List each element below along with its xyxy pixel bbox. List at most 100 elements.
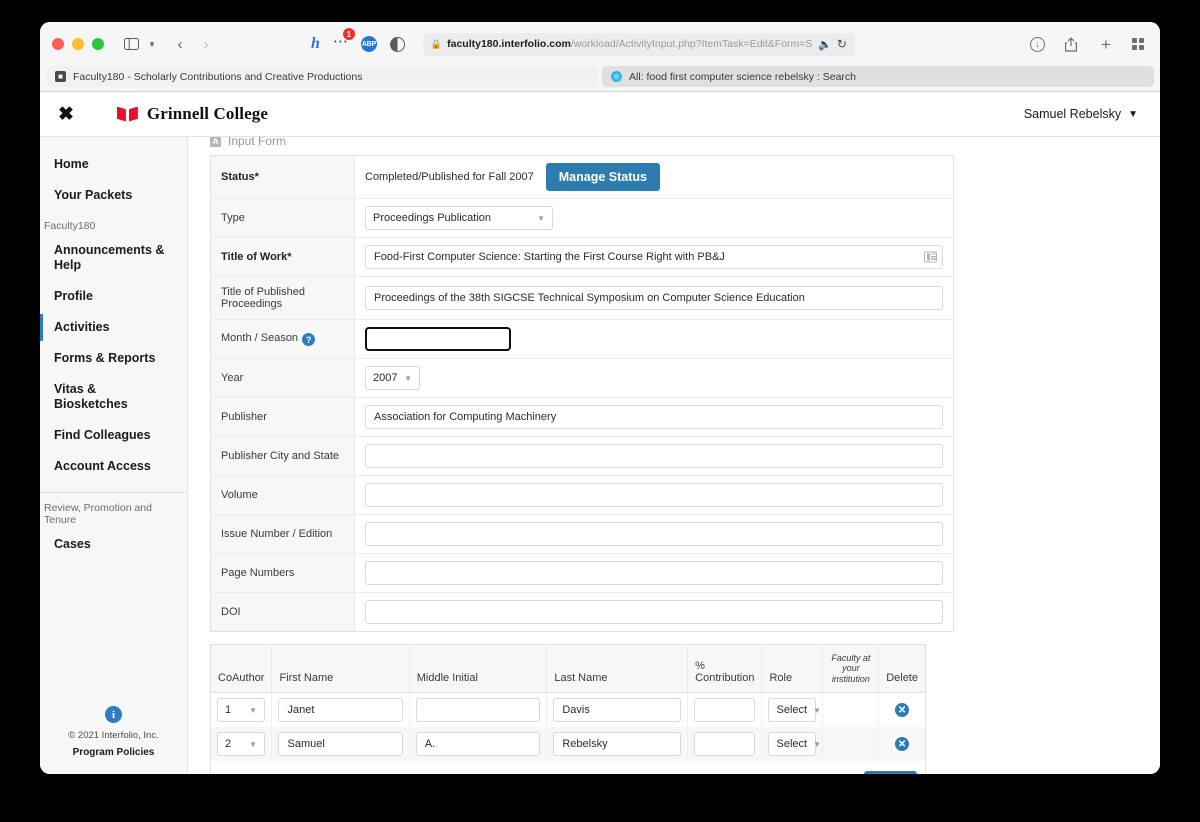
role-select[interactable]: Select ▼: [768, 732, 821, 757]
activity-input-form: Status* Completed/Published for Fall 200…: [210, 155, 954, 632]
sidebar-item-cases[interactable]: Cases: [40, 529, 187, 560]
autofill-card-icon[interactable]: [924, 251, 937, 263]
back-arrow-icon[interactable]: ‹: [171, 33, 189, 55]
overflow-menu-icon[interactable]: ⋯ 1: [333, 28, 355, 53]
extension-icons: h ⋯ 1 ABP: [311, 28, 405, 53]
year-selected-value: 2007: [373, 372, 398, 384]
last-name-input[interactable]: [553, 732, 682, 757]
tab-overview-icon[interactable]: [1132, 38, 1144, 50]
body-split: Home Your Packets Faculty180 Announcemen…: [40, 137, 1160, 774]
page-numbers-input[interactable]: [365, 561, 943, 585]
middle-initial-input[interactable]: [415, 698, 541, 723]
sidebar-item-profile[interactable]: Profile: [40, 281, 187, 312]
col-role: Role: [761, 644, 824, 694]
share-icon[interactable]: [1062, 33, 1080, 55]
role-select[interactable]: Select ▼: [768, 698, 821, 723]
sidebar: Home Your Packets Faculty180 Announcemen…: [40, 137, 188, 774]
form-row-issue: Issue Number / Edition: [210, 514, 954, 554]
sidebar-footer: i © 2021 Interfolio, Inc. Program Polici…: [40, 705, 187, 758]
sidebar-item-vitas-biosketches[interactable]: Vitas & Biosketches: [40, 374, 187, 420]
tab-search[interactable]: All: food first computer science rebelsk…: [602, 66, 1154, 87]
coauthor-order-select[interactable]: 2 ▼: [217, 732, 265, 757]
address-bar[interactable]: 🔒 faculty180.interfolio.com/workload/Act…: [422, 32, 855, 56]
url-text: faculty180.interfolio.com/workload/Activ…: [447, 38, 814, 50]
volume-input[interactable]: [365, 483, 943, 507]
form-label-publisher-city: Publisher City and State: [210, 436, 355, 476]
month-season-input[interactable]: [364, 326, 512, 352]
brand-name: Grinnell College: [146, 104, 268, 123]
help-icon[interactable]: ?: [302, 333, 316, 347]
contrast-icon[interactable]: [389, 36, 405, 52]
manage-status-button[interactable]: Manage Status: [545, 163, 660, 191]
reload-icon[interactable]: ↻: [837, 37, 847, 51]
browser-toolbar: ▾ ‹ › h ⋯ 1 ABP 🔒 faculty180.interfolio.…: [40, 22, 1160, 66]
user-menu[interactable]: Samuel Rebelsky ▼: [1024, 107, 1138, 121]
contribution-input[interactable]: [694, 732, 756, 757]
dark-square-favicon: ■: [55, 71, 66, 82]
status-value: Completed/Published for Fall 2007: [365, 171, 534, 183]
tab-faculty180[interactable]: ■ Faculty180 - Scholarly Contributions a…: [46, 66, 598, 87]
program-policies-link[interactable]: Program Policies: [40, 747, 187, 758]
sidebar-item-find-colleagues[interactable]: Find Colleagues: [40, 420, 187, 451]
lock-icon: 🔒: [430, 38, 443, 49]
form-label-month-season: Month / Season: [221, 331, 299, 344]
minimize-window-button[interactable]: [72, 38, 84, 50]
adblock-plus-icon[interactable]: ABP: [360, 36, 377, 52]
form-row-volume: Volume: [210, 475, 954, 515]
coauthor-order-select[interactable]: 1 ▼: [217, 698, 265, 723]
first-name-input[interactable]: [278, 698, 403, 723]
app-header: ✖ Grinnell College Samuel Rebelsky ▼: [40, 92, 1160, 137]
plus-icon[interactable]: +: [1097, 33, 1115, 55]
sidebar-item-label: Forms & Reports: [54, 351, 156, 365]
title-proceedings-input[interactable]: [365, 286, 943, 310]
middle-initial-input[interactable]: [415, 732, 541, 757]
sidebar-item-home[interactable]: Home: [40, 149, 187, 180]
doi-input[interactable]: [365, 600, 943, 624]
publisher-input[interactable]: [365, 405, 943, 429]
chevron-down-icon: ▼: [813, 705, 821, 715]
add-coauthor-button[interactable]: Add: [863, 771, 917, 774]
grinnell-book-logo: [116, 106, 138, 122]
contribution-input[interactable]: [694, 698, 756, 723]
sidebar-toggle-icon[interactable]: [122, 33, 140, 55]
last-name-input[interactable]: [553, 698, 682, 723]
first-name-input[interactable]: [278, 732, 403, 757]
user-name: Samuel Rebelsky: [1023, 107, 1122, 121]
sidebar-chevron-down-icon[interactable]: ▾: [143, 33, 161, 55]
hypothesis-icon[interactable]: h: [311, 35, 320, 53]
sidebar-item-activities[interactable]: Activities: [40, 312, 187, 343]
blue-globe-favicon: [611, 71, 622, 82]
page-content: ✖ Grinnell College Samuel Rebelsky ▼ Hom…: [40, 92, 1160, 774]
type-selected-value: Proceedings Publication: [373, 212, 492, 224]
delete-circle-icon[interactable]: ✕: [895, 703, 910, 718]
form-row-publisher-city: Publisher City and State: [210, 436, 954, 476]
col-faculty-at-institution: Faculty at your institution: [822, 644, 880, 694]
delete-circle-icon[interactable]: ✕: [895, 737, 910, 752]
faculty-at-institution-cell: [822, 692, 880, 728]
type-select[interactable]: Proceedings Publication ▼: [365, 206, 553, 230]
downloads-icon[interactable]: ↓: [1030, 36, 1045, 52]
sidebar-item-your-packets[interactable]: Your Packets: [40, 180, 187, 211]
window-controls: [52, 38, 104, 50]
speaker-icon[interactable]: 🔈: [818, 38, 832, 51]
tab-bar: ■ Faculty180 - Scholarly Contributions a…: [40, 66, 1160, 92]
info-icon[interactable]: i: [105, 706, 122, 723]
form-label-publisher: Publisher: [210, 397, 355, 437]
close-x-icon[interactable]: ✖: [58, 105, 74, 124]
forward-arrow-icon[interactable]: ›: [197, 33, 215, 55]
title-of-work-input[interactable]: [365, 245, 943, 269]
brand[interactable]: Grinnell College: [116, 104, 268, 124]
close-window-button[interactable]: [52, 38, 64, 50]
year-select[interactable]: 2007 ▼: [365, 366, 420, 390]
sidebar-item-announcements-help[interactable]: Announcements & Help: [40, 235, 187, 281]
form-label-volume: Volume: [210, 475, 355, 515]
form-row-publisher: Publisher: [210, 397, 954, 437]
maximize-window-button[interactable]: [92, 38, 104, 50]
form-row-month-season: Month / Season?: [210, 319, 954, 359]
col-coauthor: CoAuthor: [210, 644, 273, 694]
issue-input[interactable]: [365, 522, 943, 546]
sidebar-item-forms-reports[interactable]: Forms & Reports: [40, 343, 187, 374]
publisher-city-input[interactable]: [365, 444, 943, 468]
sidebar-item-account-access[interactable]: Account Access: [40, 451, 187, 482]
col-delete: Delete: [878, 644, 926, 694]
